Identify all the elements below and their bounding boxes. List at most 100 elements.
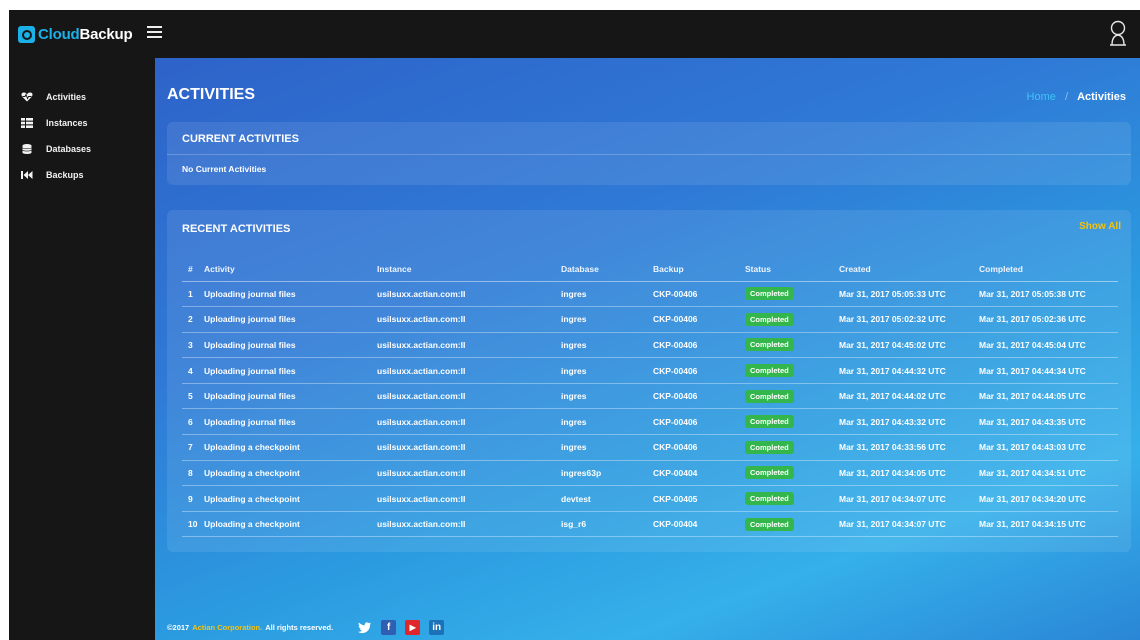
cell-backup: CKP-00406 (653, 383, 745, 410)
table-row[interactable]: 8 Uploading a checkpoint usilsuxx.actian.c… (182, 460, 1118, 487)
sidebar-item-backups[interactable]: Backups (9, 162, 155, 188)
recent-activities-title: RECENT ACTIVITIES (182, 223, 291, 235)
table-row[interactable]: 6 Uploading journal files usilsuxx.actian.… (182, 408, 1118, 436)
cell-backup: CKP-00406 (653, 357, 745, 384)
cell-completed: Mar 31, 2017 04:44:05 UTC (979, 383, 1118, 410)
sidebar: Activities Instances Databases Backups (9, 58, 155, 640)
sidebar-item-label: Activities (46, 92, 87, 102)
cell-completed: Mar 31, 2017 04:44:34 UTC (979, 357, 1118, 384)
column-header-database[interactable]: Database (561, 257, 653, 282)
table-row[interactable]: 9 Uploading a checkpoint usilsuxx.actian.c… (182, 485, 1118, 512)
cell-number: 8 (182, 460, 204, 487)
table-row[interactable]: 2 Uploading journal files usilsuxx.actian.… (182, 306, 1118, 333)
youtube-icon[interactable]: ▶ (405, 620, 421, 635)
cell-completed: Mar 31, 2017 04:34:20 UTC (979, 485, 1118, 512)
column-header-created[interactable]: Created (839, 257, 979, 282)
status-badge: Completed (745, 466, 794, 480)
recent-activities-table: # Activity Instance Database Backup Stat… (182, 257, 1118, 538)
table-header-row: # Activity Instance Database Backup Stat… (182, 257, 1118, 282)
cell-database: ingres (561, 383, 653, 410)
cell-created: Mar 31, 2017 04:33:56 UTC (839, 434, 979, 461)
brand-name-part1: Cloud (38, 25, 80, 43)
column-header-number[interactable]: # (182, 257, 204, 282)
breadcrumb-home-link[interactable]: Home (1027, 91, 1056, 103)
status-badge: Completed (745, 492, 794, 506)
sidebar-item-instances[interactable]: Instances (9, 110, 155, 136)
cell-activity: Uploading a checkpoint (204, 511, 377, 538)
table-row[interactable]: 7 Uploading a checkpoint usilsuxx.actian.c… (182, 434, 1118, 461)
sidebar-item-label: Backups (46, 170, 84, 180)
cell-number: 10 (182, 511, 204, 538)
cell-created: Mar 31, 2017 05:02:32 UTC (839, 306, 979, 333)
cell-status: Completed (745, 460, 839, 487)
cell-backup: CKP-00406 (653, 408, 745, 436)
recent-activities-panel: RECENT ACTIVITIES Show All # Activity In… (167, 210, 1131, 552)
linkedin-icon[interactable]: in (429, 620, 445, 635)
cell-backup: CKP-00406 (653, 434, 745, 461)
table-row[interactable]: 4 Uploading journal files usilsuxx.actian.… (182, 357, 1118, 384)
user-profile-icon[interactable] (1108, 19, 1128, 47)
cell-number: 2 (182, 306, 204, 333)
cell-database: isg_r6 (561, 511, 653, 538)
server-icon (21, 118, 33, 128)
footer: ©2017 Actian Corporation. All rights res… (167, 620, 453, 635)
sidebar-item-databases[interactable]: Databases (9, 136, 155, 162)
cell-backup: CKP-00406 (653, 281, 745, 308)
cell-number: 7 (182, 434, 204, 461)
footer-company-link[interactable]: Actian Corporation. (192, 623, 262, 632)
cell-instance: usilsuxx.actian.com:II (377, 460, 561, 487)
cell-status: Completed (745, 434, 839, 461)
table-row[interactable]: 5 Uploading journal files usilsuxx.actian.… (182, 383, 1118, 410)
status-badge: Completed (745, 517, 794, 531)
app-frame: CloudBackup Activities Instances Databas… (9, 10, 1140, 640)
table-row[interactable]: 1 Uploading journal files usilsuxx.actian.… (182, 281, 1118, 308)
cell-status: Completed (745, 357, 839, 384)
cell-created: Mar 31, 2017 04:43:32 UTC (839, 408, 979, 436)
column-header-backup[interactable]: Backup (653, 257, 745, 282)
cell-number: 9 (182, 485, 204, 512)
cell-instance: usilsuxx.actian.com:II (377, 357, 561, 384)
cell-number: 4 (182, 357, 204, 384)
cell-status: Completed (745, 306, 839, 333)
cell-activity: Uploading journal files (204, 332, 377, 359)
cell-activity: Uploading journal files (204, 383, 377, 410)
cell-created: Mar 31, 2017 04:45:02 UTC (839, 332, 979, 359)
cell-number: 6 (182, 408, 204, 436)
page-title: ACTIVITIES (167, 86, 256, 103)
sidebar-item-activities[interactable]: Activities (9, 84, 155, 110)
brand-name: CloudBackup (38, 26, 133, 43)
cell-backup: CKP-00406 (653, 306, 745, 333)
cell-instance: usilsuxx.actian.com:II (377, 511, 561, 538)
cell-number: 1 (182, 281, 204, 308)
cell-backup: CKP-00406 (653, 332, 745, 359)
cell-created: Mar 31, 2017 05:05:33 UTC (839, 281, 979, 308)
breadcrumb: Home / Activities (1027, 91, 1126, 103)
current-activities-panel: CURRENT ACTIVITIES No Current Activities (167, 122, 1131, 185)
cloudbackup-logo-icon (18, 25, 35, 43)
column-header-instance[interactable]: Instance (377, 257, 561, 282)
main-content: ACTIVITIES Home / Activities CURRENT ACT… (155, 58, 1140, 640)
column-header-status[interactable]: Status (745, 257, 839, 282)
top-navbar: CloudBackup (9, 10, 1140, 58)
cell-activity: Uploading journal files (204, 357, 377, 384)
table-row[interactable]: 10 Uploading a checkpoint usilsuxx.actian.… (182, 511, 1118, 538)
social-links: f ▶ in (357, 620, 453, 635)
cell-activity: Uploading journal files (204, 408, 377, 436)
cell-backup: CKP-00405 (653, 485, 745, 512)
cell-database: devtest (561, 485, 653, 512)
footer-rights: All rights reserved. (265, 623, 334, 632)
cell-completed: Mar 31, 2017 04:43:03 UTC (979, 434, 1118, 461)
show-all-link[interactable]: Show All (1079, 221, 1121, 232)
cell-instance: usilsuxx.actian.com:II (377, 281, 561, 308)
cell-database: ingres (561, 357, 653, 384)
cell-status: Completed (745, 281, 839, 308)
brand-logo[interactable]: CloudBackup (18, 22, 133, 46)
column-header-activity[interactable]: Activity (204, 257, 377, 282)
facebook-icon[interactable]: f (381, 620, 397, 635)
sidebar-item-label: Databases (46, 144, 92, 154)
menu-toggle-icon[interactable] (147, 23, 162, 43)
table-row[interactable]: 3 Uploading journal files usilsuxx.actian.… (182, 332, 1118, 359)
column-header-completed[interactable]: Completed (979, 257, 1118, 282)
twitter-icon[interactable] (357, 620, 372, 635)
cell-backup: CKP-00404 (653, 511, 745, 538)
